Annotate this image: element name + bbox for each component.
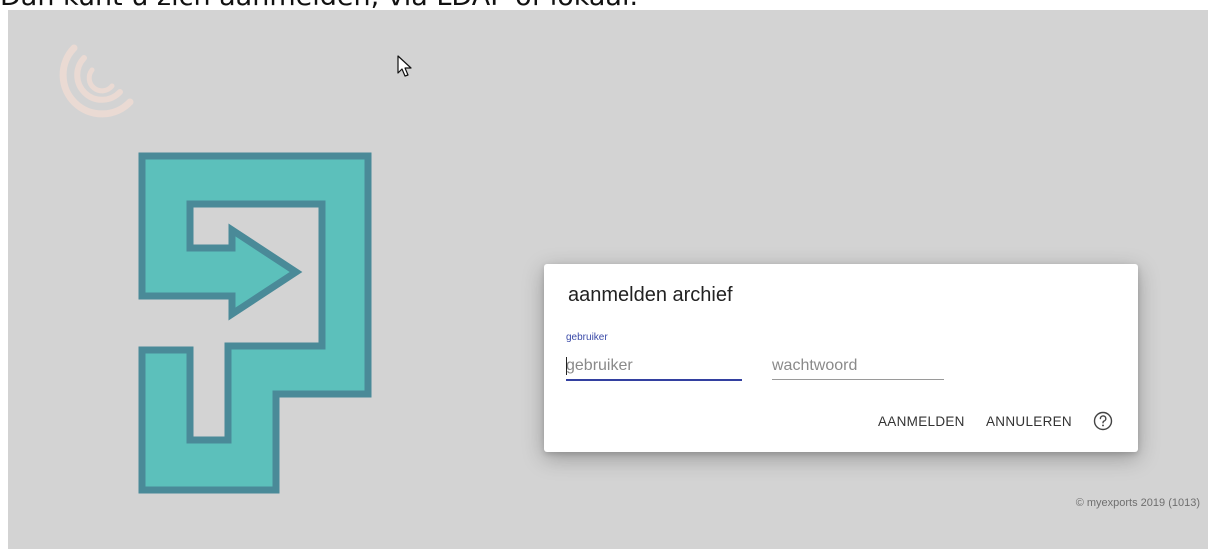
dialog-title: aanmelden archief (568, 284, 733, 306)
login-logo-icon (138, 152, 372, 494)
password-input[interactable] (772, 356, 944, 376)
text-caret (566, 357, 567, 375)
username-field: gebruiker (566, 332, 742, 384)
cancel-button[interactable]: ANNULEREN (980, 410, 1078, 433)
login-dialog: aanmelden archief gebruiker AANMELDEN AN… (544, 264, 1138, 452)
help-circle-icon[interactable] (1093, 411, 1113, 431)
password-field (772, 332, 944, 384)
mouse-pointer-icon (397, 55, 412, 77)
copyright-text: © myexports 2019 (1013) (1075, 497, 1200, 509)
password-underline (772, 379, 944, 380)
username-label: gebruiker (566, 332, 608, 343)
username-input[interactable] (566, 356, 742, 376)
login-button[interactable]: AANMELDEN (872, 410, 971, 433)
username-underline (566, 379, 742, 381)
brand-swirl-icon (59, 44, 134, 118)
